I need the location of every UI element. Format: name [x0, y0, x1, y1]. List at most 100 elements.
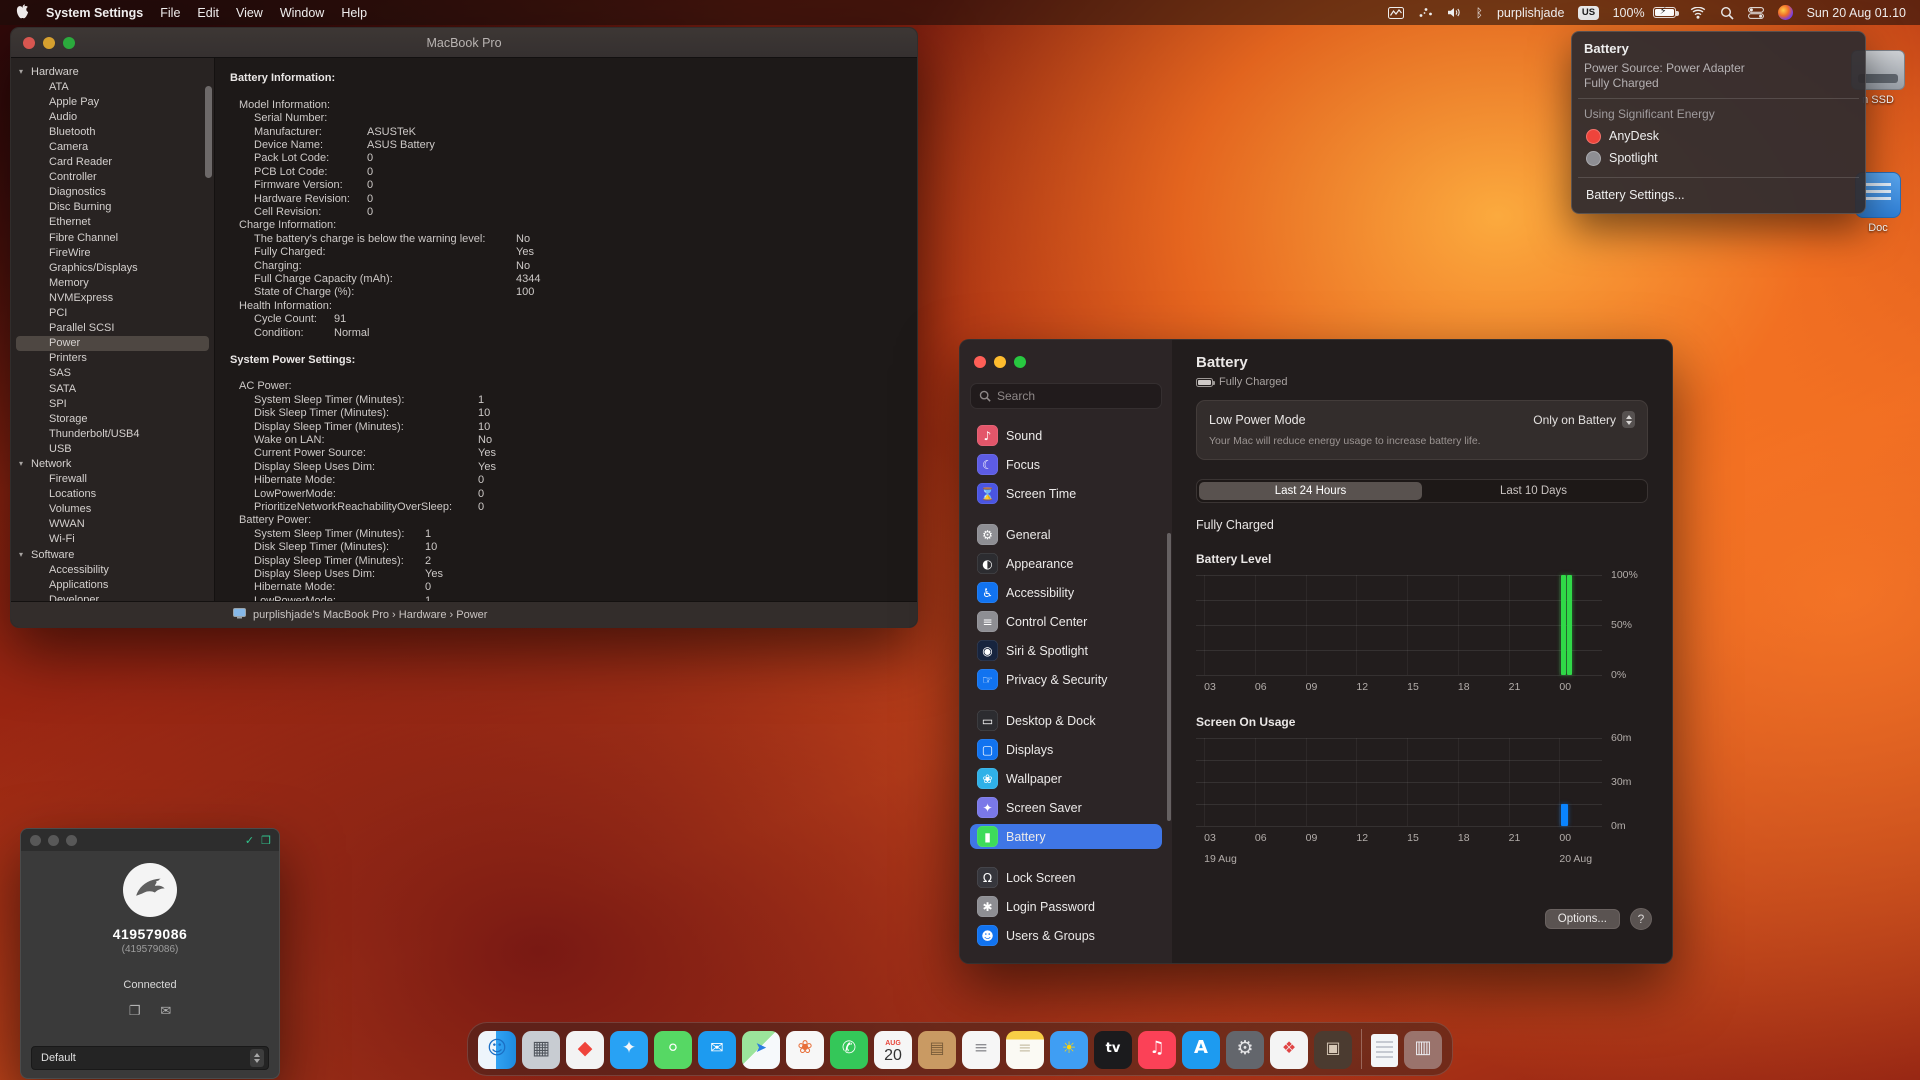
clipboard-icon[interactable]: ❐: [129, 1004, 141, 1019]
bluetooth-icon[interactable]: ᛒ: [1476, 6, 1483, 20]
sysinfo-sidebar-item[interactable]: Storage: [16, 411, 209, 426]
settings-sidebar-item[interactable]: ✱ Login Password: [970, 894, 1162, 919]
sysinfo-sidebar-item[interactable]: Volumes: [16, 502, 209, 517]
settings-sidebar-item[interactable]: ✦ Screen Saver: [970, 795, 1162, 820]
color-swirl-icon[interactable]: [1777, 5, 1793, 20]
sysinfo-sidebar-item[interactable]: Applications: [16, 577, 209, 592]
close-button[interactable]: [974, 356, 986, 368]
dock-icon[interactable]: [1361, 1029, 1362, 1069]
sysinfo-sidebar-item[interactable]: Bluetooth: [16, 124, 209, 139]
dock-icon[interactable]: ≡: [962, 1031, 1000, 1069]
active-app-name[interactable]: System Settings: [46, 6, 143, 20]
options-button[interactable]: Options...: [1544, 909, 1620, 929]
menu-bar-clock[interactable]: Sun 20 Aug 01.10: [1807, 6, 1906, 20]
sysinfo-sidebar-item[interactable]: Locations: [16, 487, 209, 502]
dock-icon[interactable]: ❀: [786, 1031, 824, 1069]
settings-sidebar-item[interactable]: ≡ Control Center: [970, 609, 1162, 634]
anydesk-title-bar[interactable]: ✓ ❒: [21, 829, 279, 851]
volume-icon[interactable]: [1447, 7, 1462, 18]
dock-icon[interactable]: ▥: [1404, 1031, 1442, 1069]
sysinfo-sidebar-item[interactable]: Printers: [16, 351, 209, 366]
sysinfo-sidebar-item[interactable]: Graphics/Displays: [16, 260, 209, 275]
sidebar-scrollbar[interactable]: [1167, 533, 1171, 821]
help-button[interactable]: ?: [1630, 908, 1652, 930]
sysinfo-sidebar-item[interactable]: ▾ Hardware: [16, 64, 209, 79]
battery-status-icon[interactable]: ⚡: [1652, 6, 1679, 18]
settings-sidebar-item[interactable]: ♪ Sound: [970, 423, 1162, 448]
menu-bar-username[interactable]: purplishjade: [1497, 6, 1564, 20]
close-button[interactable]: [30, 834, 41, 846]
profile-dropdown[interactable]: Default: [31, 1046, 269, 1070]
search-field[interactable]: [970, 383, 1162, 409]
dock-icon[interactable]: ⚪: [654, 1031, 692, 1069]
energy-app-item[interactable]: Spotlight: [1584, 147, 1853, 169]
dock-icon[interactable]: ▦: [522, 1031, 560, 1069]
low-power-mode-select[interactable]: Only on Battery: [1533, 411, 1635, 428]
dock-icon[interactable]: ➤: [742, 1031, 780, 1069]
dock-icon[interactable]: ✉: [698, 1031, 736, 1069]
menu-item[interactable]: Help: [341, 6, 367, 20]
sysinfo-sidebar-item[interactable]: Controller: [16, 170, 209, 185]
dock-icon[interactable]: ☺: [478, 1031, 516, 1069]
dock-icon[interactable]: ⚙: [1226, 1031, 1264, 1069]
menu-item[interactable]: View: [236, 6, 263, 20]
sysinfo-sidebar-item[interactable]: Fibre Channel: [16, 230, 209, 245]
zoom-button[interactable]: [66, 834, 77, 846]
settings-sidebar-item[interactable]: ☞ Privacy & Security: [970, 667, 1162, 692]
sysinfo-sidebar-item[interactable]: FireWire: [16, 245, 209, 260]
apple-menu-icon[interactable]: [16, 3, 29, 22]
menu-item[interactable]: Edit: [197, 6, 219, 20]
dock-icon[interactable]: [1371, 1034, 1398, 1067]
sysinfo-sidebar-item[interactable]: Camera: [16, 139, 209, 154]
dock-icon[interactable]: ◆: [566, 1031, 604, 1069]
dock-icon[interactable]: tv: [1094, 1031, 1132, 1069]
settings-sidebar-item[interactable]: ⌛ Screen Time: [970, 481, 1162, 506]
sysinfo-sidebar-item[interactable]: Disc Burning: [16, 200, 209, 215]
settings-sidebar-item[interactable]: ▭ Desktop & Dock: [970, 708, 1162, 733]
dock-icon[interactable]: ▤: [918, 1031, 956, 1069]
particles-icon[interactable]: [1418, 7, 1433, 18]
settings-sidebar-item[interactable]: ◐ Appearance: [970, 551, 1162, 576]
sysinfo-sidebar-item[interactable]: Firewall: [16, 472, 209, 487]
tab-last-10-days[interactable]: Last 10 Days: [1422, 482, 1645, 500]
settings-sidebar-item[interactable]: ♿ Accessibility: [970, 580, 1162, 605]
sysinfo-sidebar-item[interactable]: PCI: [16, 306, 209, 321]
sysinfo-sidebar-item[interactable]: Apple Pay: [16, 94, 209, 109]
breadcrumb[interactable]: purplishjade's MacBook Pro › Hardware › …: [253, 609, 487, 621]
settings-sidebar-item[interactable]: ▢ Displays: [970, 737, 1162, 762]
sysinfo-sidebar-item[interactable]: SATA: [16, 381, 209, 396]
sysinfo-sidebar-item[interactable]: Audio: [16, 109, 209, 124]
menu-item[interactable]: File: [160, 6, 180, 20]
sysinfo-sidebar-item[interactable]: NVMExpress: [16, 290, 209, 305]
sysinfo-sidebar-item[interactable]: Developer: [16, 592, 209, 601]
sysinfo-sidebar-item[interactable]: Wi-Fi: [16, 532, 209, 547]
settings-sidebar-item[interactable]: ☻ Users & Groups: [970, 923, 1162, 948]
dock-icon[interactable]: ❖: [1270, 1031, 1308, 1069]
input-source-badge[interactable]: US: [1578, 5, 1599, 20]
dock-icon[interactable]: ☀: [1050, 1031, 1088, 1069]
sidebar-scrollbar[interactable]: [205, 86, 212, 178]
sysinfo-sidebar-item[interactable]: Power: [16, 335, 209, 351]
dock-icon[interactable]: ✦: [610, 1031, 648, 1069]
search-icon[interactable]: [1720, 6, 1734, 20]
tab-last-24-hours[interactable]: Last 24 Hours: [1199, 481, 1422, 500]
settings-sidebar-item[interactable]: ❀ Wallpaper: [970, 766, 1162, 791]
settings-sidebar-item[interactable]: ▮ Battery: [970, 824, 1162, 849]
settings-sidebar-item[interactable]: ◉ Siri & Spotlight: [970, 638, 1162, 663]
minimize-button[interactable]: [994, 356, 1006, 368]
dock-icon[interactable]: A: [1182, 1031, 1220, 1069]
chat-icon[interactable]: ✉: [160, 1004, 171, 1019]
sysinfo-sidebar-item[interactable]: USB: [16, 441, 209, 456]
energy-app-item[interactable]: AnyDesk: [1584, 125, 1853, 147]
sysinfo-title-bar[interactable]: MacBook Pro: [11, 28, 917, 58]
activity-graph-icon[interactable]: [1387, 6, 1404, 19]
settings-sidebar-item[interactable]: ☾ Focus: [970, 452, 1162, 477]
battery-settings-item[interactable]: Battery Settings...: [1584, 186, 1853, 204]
sysinfo-sidebar-item[interactable]: ATA: [16, 79, 209, 94]
sysinfo-sidebar-item[interactable]: Card Reader: [16, 155, 209, 170]
sysinfo-sidebar-item[interactable]: ▾ Software: [16, 547, 209, 562]
sysinfo-sidebar-item[interactable]: Memory: [16, 275, 209, 290]
sysinfo-sidebar-item[interactable]: WWAN: [16, 517, 209, 532]
settings-sidebar-item[interactable]: ⚙ General: [970, 522, 1162, 547]
dock-icon[interactable]: ▣: [1314, 1031, 1352, 1069]
